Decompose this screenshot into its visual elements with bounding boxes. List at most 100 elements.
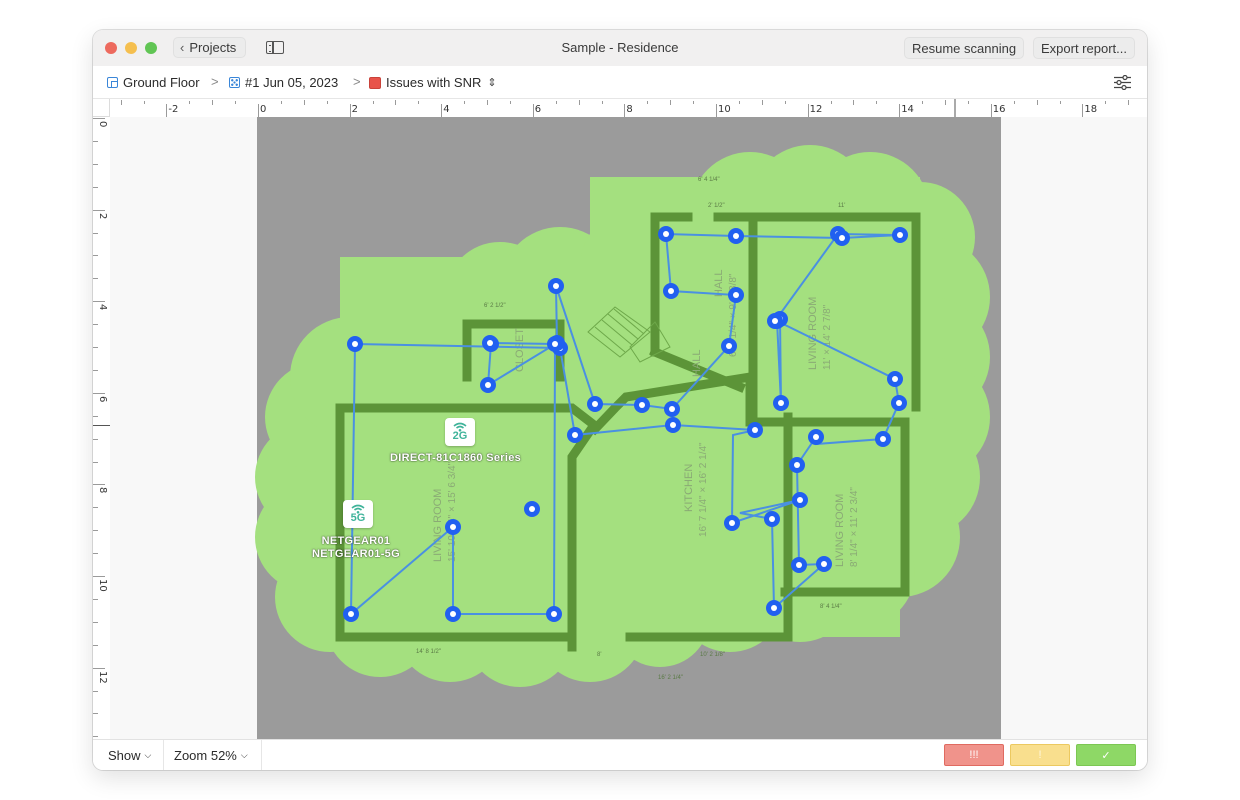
breadcrumb: Ground Floor > #1 Jun 05, 2023 > Issues … [93,66,1147,99]
ruler-label: 10 [718,104,731,115]
ruler-label: 10 [97,579,108,592]
measurement-point[interactable] [728,287,744,303]
measurement-point[interactable] [343,606,359,622]
measurement-point[interactable] [773,395,789,411]
vertical-ruler: 0 2 4 6 8 10 12 [93,117,111,739]
ruler-tick [166,104,168,117]
measurement-point[interactable] [546,606,562,622]
measurement-point[interactable] [816,556,832,572]
ruler-label: 12 [809,104,823,115]
zoom-menu[interactable]: Zoom 52% ⌵ [174,748,248,763]
ruler-tick [93,507,98,509]
chevron-updown-icon: ⇕ [487,77,497,89]
measurement-point[interactable] [875,431,891,447]
ruler-label: 4 [97,304,108,311]
dimension-label: 10' 2 1/8" [700,652,725,658]
legend-bad-filter[interactable]: !!! [944,744,1004,766]
measurement-point[interactable] [791,557,807,573]
breadcrumb-view-selector[interactable]: Issues with SNR ⇕ [369,75,497,90]
resume-scanning-button[interactable]: Resume scanning [904,37,1025,59]
ap-band-label: 5G [350,512,366,524]
breadcrumb-floor[interactable]: Ground Floor [107,75,200,90]
ruler-tick [532,104,534,117]
ruler-tick [189,101,191,104]
ruler-label: -2 [168,104,179,115]
sliders-icon[interactable] [1114,75,1131,90]
ruler-tick [93,232,98,234]
measurement-point[interactable] [747,422,763,438]
ruler-tick [945,100,946,105]
measurement-point[interactable] [347,336,363,352]
measurement-point[interactable] [808,429,824,445]
ruler-tick [93,690,98,692]
ruler-tick [93,438,98,440]
access-point-5g[interactable]: 5G [343,500,373,528]
ruler-label: 2 [351,104,358,115]
measurement-point[interactable] [587,396,603,412]
ruler-tick [93,530,98,532]
measurement-point[interactable] [789,457,805,473]
measurement-point[interactable] [766,600,782,616]
ruler-tick [441,104,443,117]
ruler-tick [93,392,105,394]
ruler-tick [349,104,351,117]
ruler-label: 8 [97,487,108,494]
measurement-point[interactable] [664,401,680,417]
room-label: LIVING ROOM [432,489,444,562]
dimension-label: 11' [838,203,845,209]
measurement-point[interactable] [445,519,461,535]
measurement-point[interactable] [634,397,650,413]
room-label: 11' × 14' 2 7/8" [822,304,833,370]
measurement-point[interactable] [482,335,498,351]
divider [261,740,262,770]
ruler-tick [647,101,649,104]
measurement-point[interactable] [445,606,461,622]
dimension-label: 2' 1/2" [708,203,725,209]
measurement-point[interactable] [764,511,780,527]
show-menu[interactable]: Show ⌵ [108,748,151,763]
measurement-point[interactable] [665,417,681,433]
ruler-tick [93,644,98,646]
ruler-tick [784,101,786,104]
measurement-point[interactable] [663,283,679,299]
measurement-point[interactable] [891,395,907,411]
breadcrumb-scan[interactable]: #1 Jun 05, 2023 [229,75,338,90]
ruler-tick [93,163,98,165]
measurement-point[interactable] [724,515,740,531]
breadcrumb-separator: > [353,74,361,89]
ruler-label: 0 [260,104,267,115]
ruler-tick [967,101,969,104]
bottom-bar: Show ⌵ Zoom 52% ⌵ !!! ! ✓ [93,739,1147,770]
measurement-point[interactable] [728,228,744,244]
measurement-point[interactable] [524,501,540,517]
measurement-point[interactable] [658,226,674,242]
measurement-point[interactable] [547,336,563,352]
legend-good-filter[interactable]: ✓ [1076,744,1136,766]
ruler-label: 0 [97,121,108,128]
access-point-2g[interactable]: 2G [445,418,475,446]
chevron-down-icon: ⌵ [240,750,248,760]
measurement-point[interactable] [721,338,737,354]
ruler-tick [93,301,105,303]
ruler-tick [93,140,98,142]
ruler-tick [326,101,328,104]
ruler-tick [738,101,740,104]
measurement-point[interactable] [548,278,564,294]
legend-warning-filter[interactable]: ! [1010,744,1070,766]
ruler-tick [601,101,603,104]
measurement-point[interactable] [792,492,808,508]
ruler-tick [487,100,488,105]
ap-name-line: NETGEAR01 [321,535,391,547]
measurement-point[interactable] [887,371,903,387]
measurement-point[interactable] [767,313,783,329]
export-report-button[interactable]: Export report... [1033,37,1135,59]
ruler-tick [807,104,809,117]
show-menu-label: Show [108,748,141,763]
measurement-point[interactable] [567,427,583,443]
measurement-point[interactable] [834,230,850,246]
ap-name-label: NETGEAR01 NETGEAR01-5G [312,535,400,561]
floor-plan-canvas[interactable]: LIVING ROOM 15' 10 3/4" × 15' 6 3/4" CLO… [110,117,1147,739]
measurement-point[interactable] [892,227,908,243]
measurement-point[interactable] [480,377,496,393]
ruler-tick [372,101,374,104]
